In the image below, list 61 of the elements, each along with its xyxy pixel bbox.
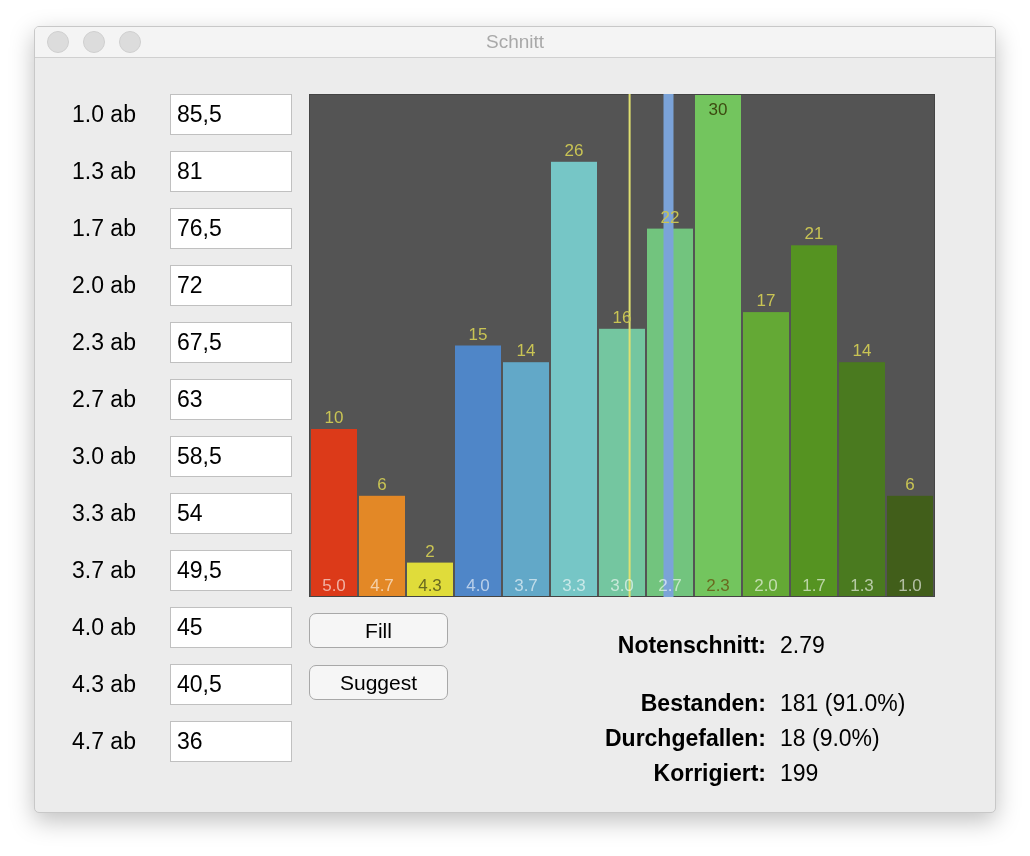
push-button[interactable]: Suggest — [309, 665, 448, 700]
grade-label: 4.7 ab — [72, 727, 137, 757]
push-button[interactable]: Fill — [309, 613, 448, 648]
stat-label: Notenschnitt: — [616, 631, 766, 661]
bar-value: 17 — [756, 291, 776, 311]
grade-tick-label: 2.0 — [754, 576, 778, 595]
grade-label: 1.3 ab — [72, 157, 137, 187]
grade-label: 2.7 ab — [72, 385, 137, 415]
bar-value: 6 — [377, 474, 387, 494]
threshold-field[interactable]: 58,5 — [170, 436, 292, 477]
grade-tick-label: 3.3 — [562, 576, 586, 595]
grade-label: 4.0 ab — [72, 613, 137, 643]
bar-value: 21 — [804, 224, 824, 244]
bar-value: 14 — [516, 341, 536, 361]
grade-label: 4.3 ab — [72, 670, 137, 700]
bar-value: 30 — [708, 100, 728, 119]
grade-tick-label: 1.7 — [802, 576, 826, 595]
stat-value: 199 — [779, 759, 819, 789]
threshold-field[interactable]: 54 — [170, 493, 292, 534]
threshold-field[interactable]: 67,5 — [170, 322, 292, 363]
grade-label: 1.7 ab — [72, 214, 137, 244]
grade-tick-label: 4.0 — [466, 576, 490, 595]
bar-value: 26 — [564, 140, 584, 160]
grade-label: 1.0 ab — [72, 100, 137, 130]
threshold-field[interactable]: 76,5 — [170, 208, 292, 249]
minimize-button[interactable] — [83, 31, 105, 53]
threshold-field[interactable]: 85,5 — [170, 94, 292, 135]
bar-value: 6 — [905, 474, 915, 494]
threshold-field[interactable]: 81 — [170, 151, 292, 192]
stat-label: Durchgefallen: — [603, 724, 766, 754]
grade-tick-label: 3.7 — [514, 576, 538, 595]
window-title: Schnitt — [485, 29, 545, 54]
bar-value: 2 — [425, 541, 435, 561]
grade-label: 3.3 ab — [72, 499, 137, 529]
grade-tick-label: 1.3 — [850, 576, 874, 595]
grade-tick-label: 2.3 — [706, 576, 730, 595]
grade-label: 2.3 ab — [72, 328, 137, 358]
grade-label: 2.0 ab — [72, 271, 137, 301]
grade-tick-label: 5.0 — [322, 576, 346, 595]
bar-value: 10 — [324, 408, 344, 427]
bar — [407, 562, 453, 596]
threshold-field[interactable]: 40,5 — [170, 664, 292, 705]
bar-value: 15 — [468, 324, 488, 344]
grade-tick-label: 4.3 — [418, 576, 442, 595]
bar-value: 14 — [852, 341, 872, 361]
threshold-field[interactable]: 36 — [170, 721, 292, 762]
stat-label: Korrigiert: — [652, 759, 766, 789]
threshold-field[interactable]: 45 — [170, 607, 292, 648]
zoom-button[interactable] — [119, 31, 141, 53]
threshold-field[interactable]: 63 — [170, 379, 292, 420]
grade-label: 3.0 ab — [72, 442, 137, 472]
close-button[interactable] — [47, 31, 69, 53]
grade-tick-label: 1.0 — [898, 576, 922, 595]
grade-label: 3.7 ab — [72, 556, 137, 586]
stat-value: 181 (91.0%) — [779, 689, 906, 719]
grade-tick-label: 4.7 — [370, 576, 394, 595]
stat-value: 2.79 — [779, 631, 825, 661]
stat-value: 18 (9.0%) — [779, 724, 880, 754]
threshold-field[interactable]: 72 — [170, 265, 292, 306]
stat-label: Bestanden: — [639, 689, 766, 719]
threshold-field[interactable]: 49,5 — [170, 550, 292, 591]
